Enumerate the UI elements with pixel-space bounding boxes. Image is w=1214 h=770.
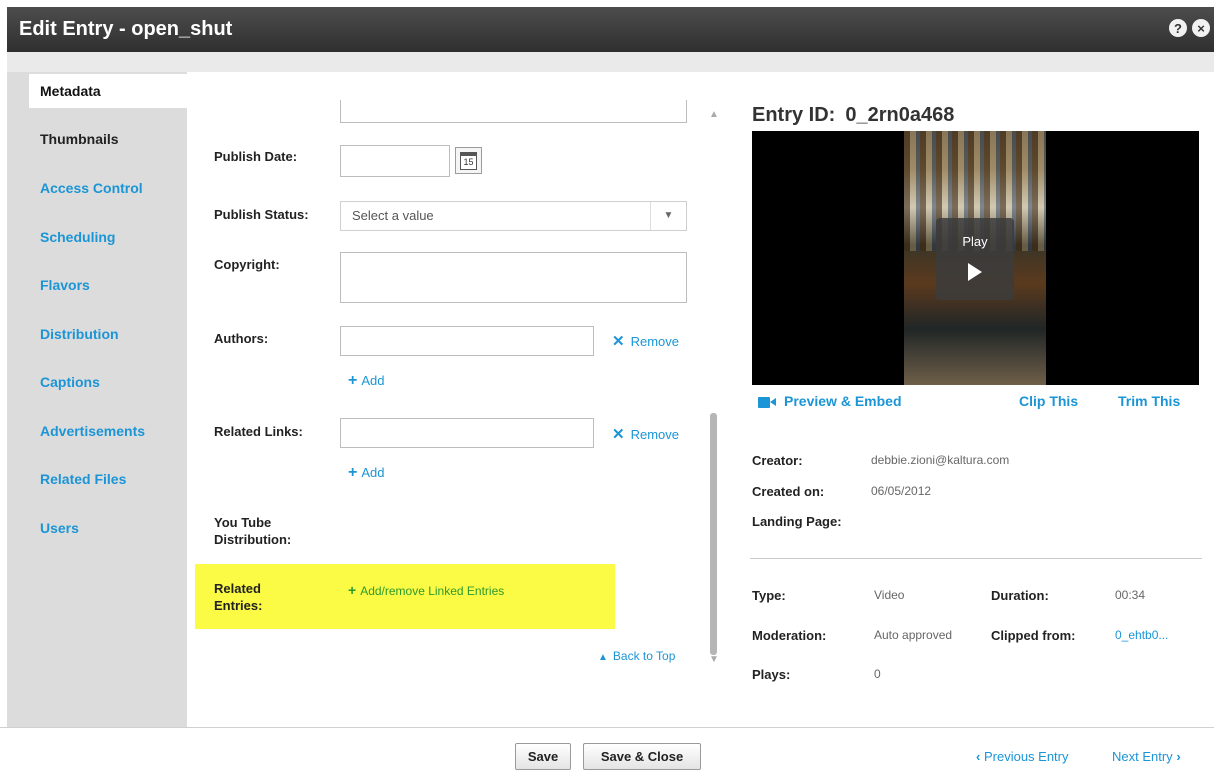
- close-icon[interactable]: ×: [1192, 19, 1210, 37]
- add-label: Add: [361, 465, 385, 480]
- sidebar-item-captions[interactable]: Captions: [7, 365, 187, 399]
- form-scrollbar[interactable]: ▲ ▼: [706, 108, 722, 668]
- back-to-top-label: Back to Top: [612, 649, 676, 663]
- play-button[interactable]: Play: [936, 218, 1014, 300]
- sidebar-item-thumbnails[interactable]: Thumbnails: [7, 122, 187, 156]
- created-on-value: 06/05/2012: [871, 484, 932, 498]
- clipped-from-label: Clipped from:: [991, 628, 1076, 643]
- authors-remove-link[interactable]: ✕ Remove: [612, 332, 679, 350]
- sidebar-item-advertisements[interactable]: Advertisements: [7, 414, 187, 448]
- sidebar-item-related-files[interactable]: Related Files: [7, 462, 187, 496]
- calendar-icon[interactable]: 15: [455, 147, 482, 174]
- chevron-right-icon: ›: [1176, 749, 1181, 764]
- sidebar: Metadata Thumbnails Access Control Sched…: [7, 72, 187, 727]
- related-entries-label: Related Entries:: [214, 581, 263, 613]
- entry-id-value: 0_2rn0a468: [845, 104, 955, 126]
- scroll-down-icon[interactable]: ▼: [709, 655, 719, 665]
- header-band: [7, 52, 1214, 72]
- sidebar-item-access-control[interactable]: Access Control: [7, 171, 187, 205]
- landing-page-label: Landing Page:: [752, 514, 842, 529]
- plays-label: Plays:: [752, 667, 791, 682]
- related-links-label: Related Links:: [214, 424, 303, 439]
- chevron-down-icon[interactable]: ▼: [650, 202, 686, 230]
- chevron-left-icon: ‹: [976, 749, 981, 764]
- next-entry-link[interactable]: Next Entry ›: [1112, 749, 1181, 764]
- save-button[interactable]: Save: [515, 743, 571, 770]
- duration-label: Duration:: [991, 588, 1049, 603]
- top-text-field[interactable]: [340, 100, 687, 123]
- chevron-up-icon: ▲: [598, 652, 608, 663]
- trim-this-link[interactable]: Trim This: [1118, 393, 1180, 409]
- help-icon[interactable]: ?: [1169, 19, 1187, 37]
- related-links-remove-link[interactable]: ✕ Remove: [612, 425, 679, 443]
- type-label: Type:: [752, 588, 786, 603]
- entry-details-panel: Entry ID: 0_2rn0a468 Play Preview & Embed…: [722, 72, 1214, 727]
- entry-id: Entry ID: 0_2rn0a468: [752, 104, 954, 127]
- publish-date-input[interactable]: [340, 145, 450, 177]
- previous-entry-link[interactable]: ‹ Previous Entry: [976, 749, 1069, 764]
- video-player[interactable]: Play: [752, 131, 1199, 385]
- duration-value: 00:34: [1115, 588, 1146, 602]
- copyright-label: Copyright:: [214, 257, 280, 272]
- add-label: Add: [361, 373, 385, 388]
- close-icon: ✕: [612, 333, 625, 350]
- divider: [750, 558, 1202, 559]
- plus-icon: +: [348, 582, 357, 598]
- youtube-distribution-label: You Tube Distribution:: [214, 515, 292, 547]
- scroll-up-icon[interactable]: ▲: [709, 110, 719, 120]
- related-links-add-link[interactable]: + Add: [348, 464, 384, 482]
- moderation-label: Moderation:: [752, 628, 827, 643]
- preview-embed-link[interactable]: Preview & Embed: [758, 393, 902, 409]
- next-entry-label: Next Entry: [1112, 749, 1173, 764]
- copyright-textarea[interactable]: [340, 252, 687, 303]
- publish-date-label: Publish Date:: [214, 149, 298, 164]
- save-close-button[interactable]: Save & Close: [583, 743, 701, 770]
- previous-entry-label: Previous Entry: [983, 749, 1069, 764]
- plus-icon: +: [348, 464, 358, 481]
- created-on-label: Created on:: [752, 484, 825, 499]
- sidebar-item-scheduling[interactable]: Scheduling: [7, 220, 187, 254]
- play-label: Play: [962, 234, 988, 249]
- calendar-day: 15: [460, 151, 477, 170]
- publish-status-label: Publish Status:: [214, 207, 309, 222]
- close-icon: ✕: [612, 426, 625, 443]
- video-camera-icon: [758, 396, 776, 408]
- entry-id-label: Entry ID:: [752, 104, 836, 126]
- creator-label: Creator:: [752, 453, 803, 468]
- sidebar-item-users[interactable]: Users: [7, 511, 187, 545]
- play-icon: [968, 263, 982, 281]
- sidebar-item-flavors[interactable]: Flavors: [7, 268, 187, 302]
- scroll-thumb[interactable]: [710, 413, 717, 655]
- type-value: Video: [874, 588, 905, 602]
- sidebar-item-metadata[interactable]: Metadata: [29, 74, 187, 108]
- add-remove-linked-entries-link[interactable]: + Add/remove Linked Entries: [348, 582, 504, 598]
- authors-add-link[interactable]: + Add: [348, 372, 384, 390]
- metadata-form: Publish Date: 15 Publish Status: Select …: [187, 72, 707, 727]
- publish-status-value: Select a value: [352, 208, 434, 223]
- dialog-titlebar: Edit Entry - open_shut ? ×: [7, 7, 1214, 52]
- publish-status-select[interactable]: Select a value ▼: [340, 201, 687, 231]
- clip-this-link[interactable]: Clip This: [1019, 393, 1078, 409]
- add-remove-linked-label: Add/remove Linked Entries: [360, 584, 505, 598]
- plus-icon: +: [348, 372, 358, 389]
- moderation-value: Auto approved: [874, 628, 953, 642]
- plays-value: 0: [874, 667, 881, 681]
- footer-divider: [0, 727, 1214, 728]
- remove-label: Remove: [630, 427, 679, 442]
- remove-label: Remove: [630, 334, 679, 349]
- related-links-input[interactable]: [340, 418, 594, 448]
- preview-embed-label: Preview & Embed: [784, 393, 902, 409]
- creator-value: debbie.zioni@kaltura.com: [871, 453, 1010, 467]
- dialog-title: Edit Entry - open_shut: [19, 18, 233, 40]
- back-to-top-link[interactable]: ▲ Back to Top: [598, 649, 675, 663]
- clipped-from-link[interactable]: 0_ehtb0...: [1115, 628, 1168, 642]
- sidebar-item-distribution[interactable]: Distribution: [7, 317, 187, 351]
- authors-input[interactable]: [340, 326, 594, 356]
- authors-label: Authors:: [214, 331, 269, 346]
